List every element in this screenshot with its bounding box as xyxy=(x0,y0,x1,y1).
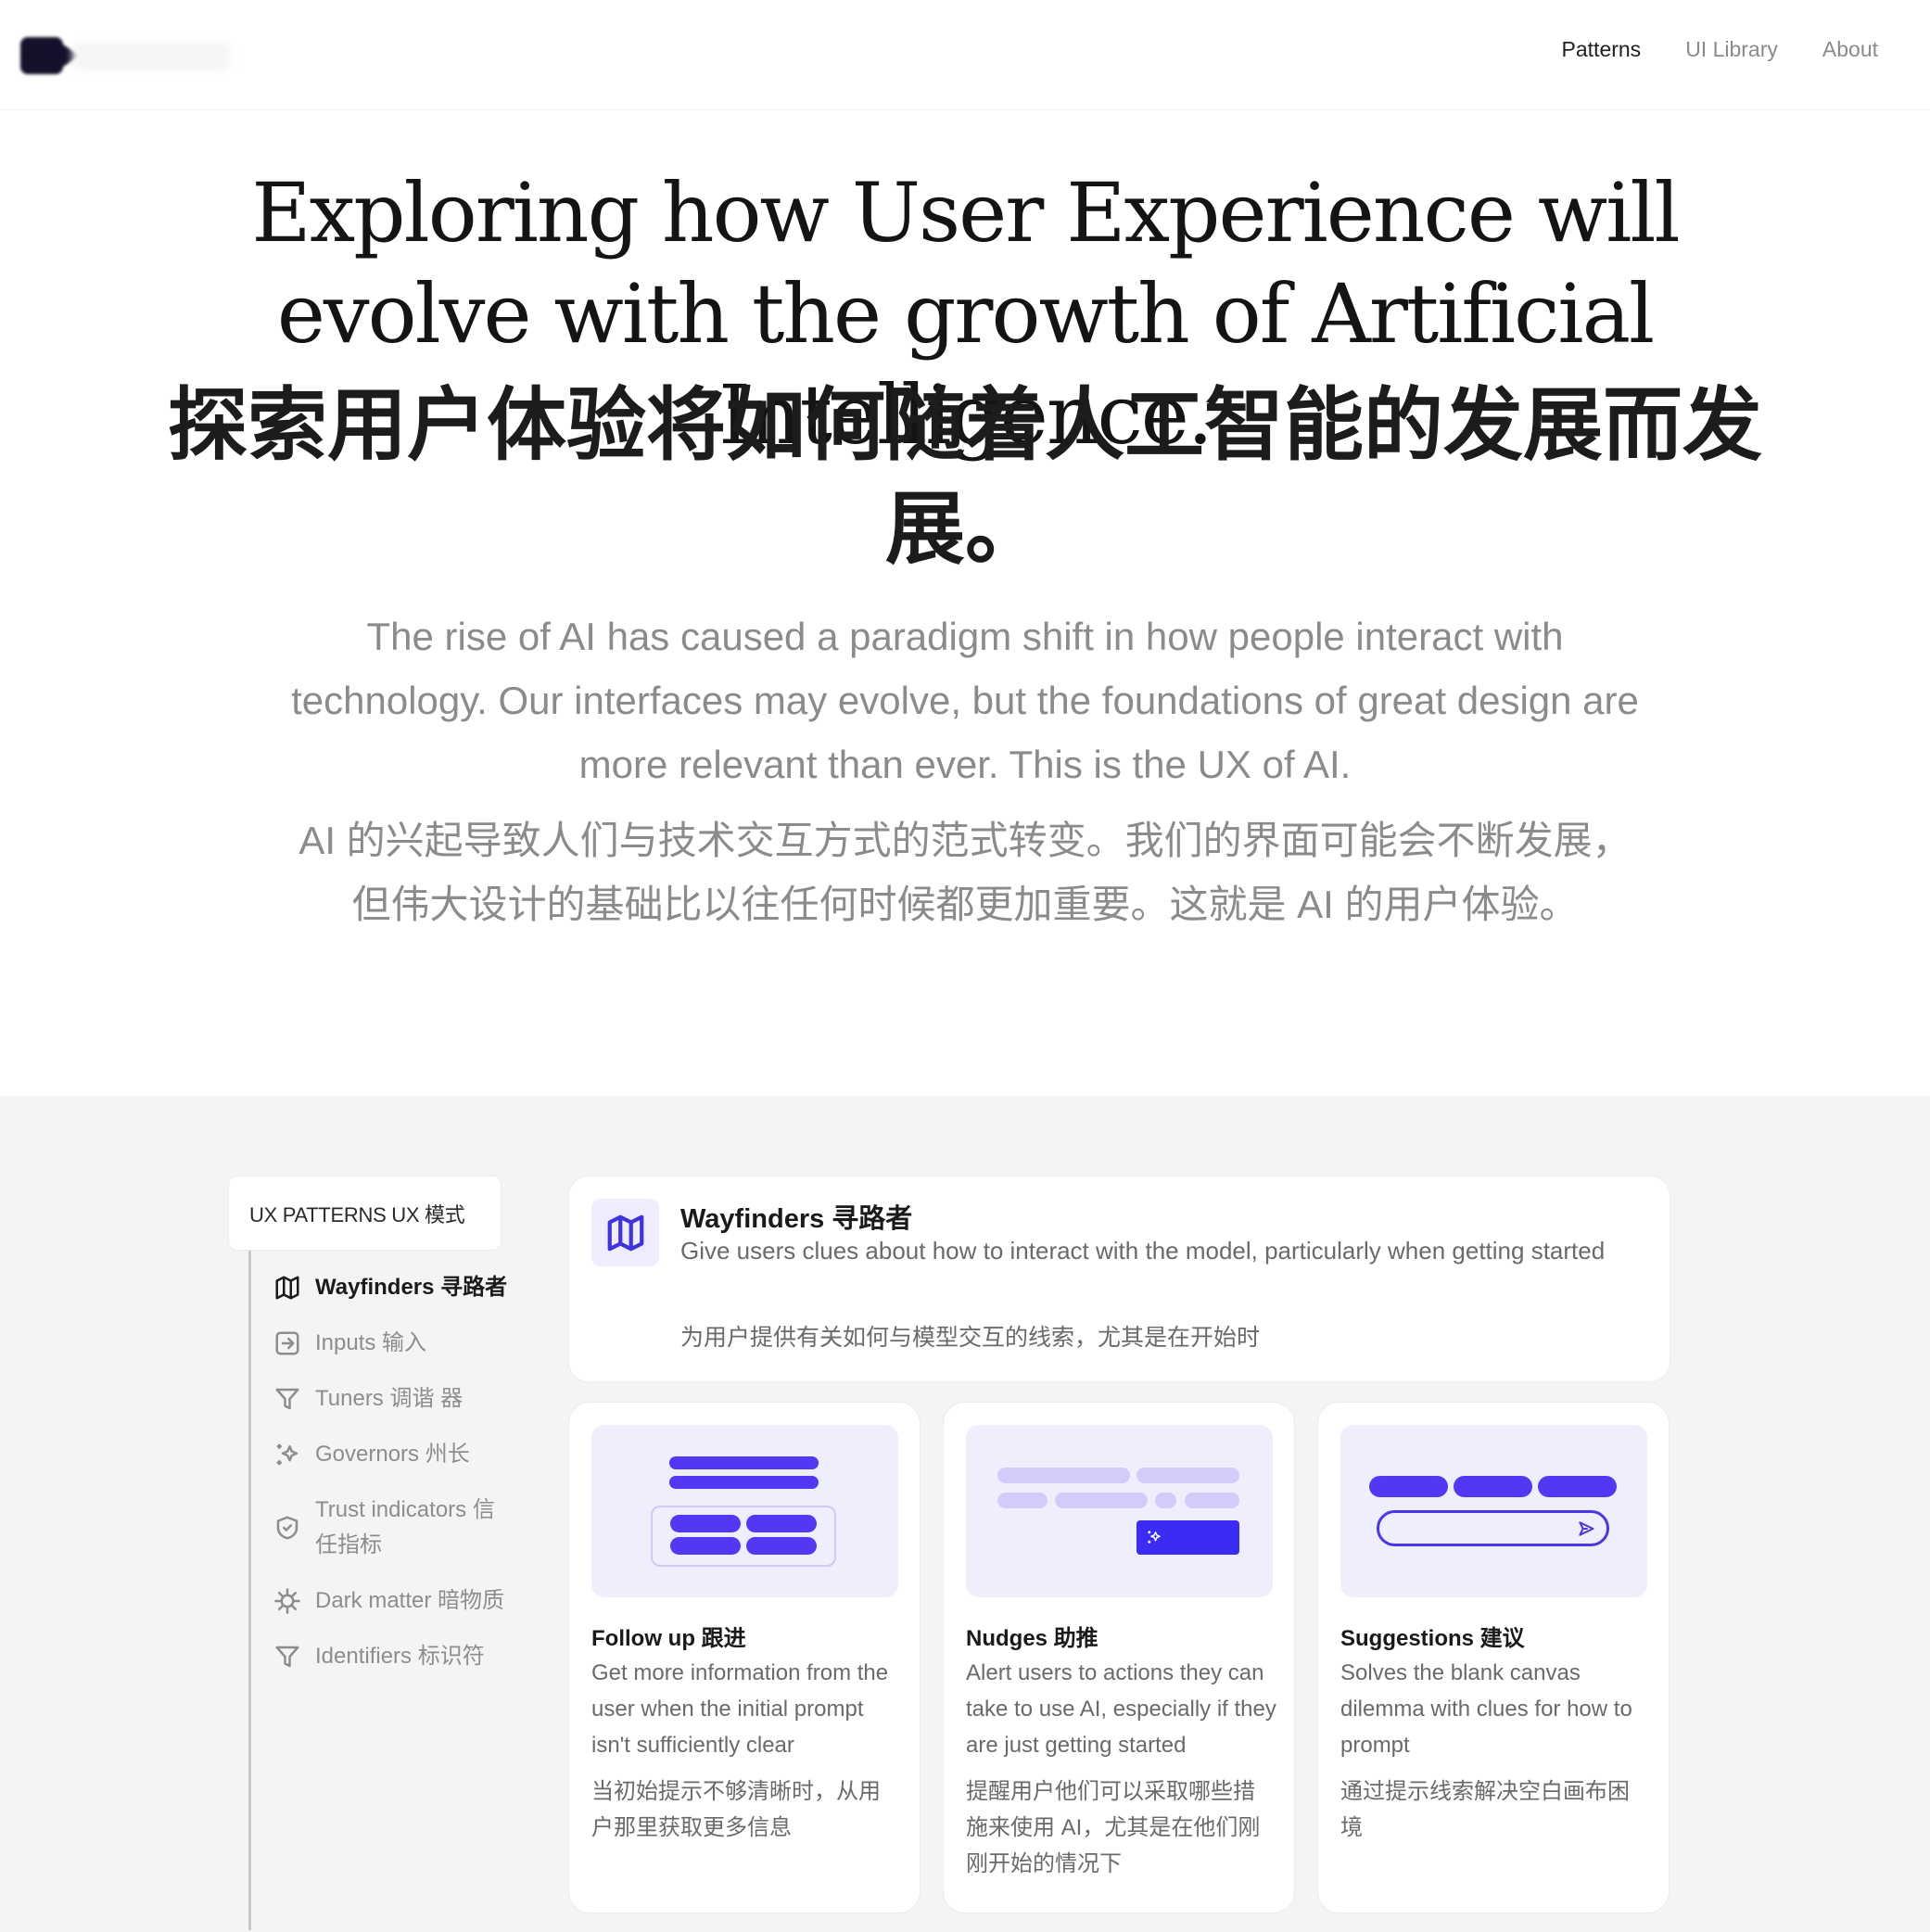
wayfinders-intro-card: Wayfinders 寻路者 Give users clues about ho… xyxy=(568,1176,1670,1382)
illustration-text-line xyxy=(1055,1493,1148,1508)
sidebar-item-label: Dark matter 暗物质 xyxy=(315,1588,505,1613)
hero-section: Exploring how User Experience will evolv… xyxy=(0,111,1930,1096)
filter-icon xyxy=(273,1384,302,1414)
input-arrow-icon xyxy=(273,1328,302,1358)
sidebar-heading: UX PATTERNS UX 模式 xyxy=(228,1176,502,1251)
site-header: Patterns UI Library About xyxy=(0,0,1930,110)
illustration-line xyxy=(669,1456,819,1469)
card-description: Alert users to actions they can take to … xyxy=(966,1660,1276,1758)
follow-up-illustration xyxy=(591,1425,898,1597)
top-nav: Patterns UI Library About xyxy=(1562,37,1878,62)
card-description: Get more information from the user when … xyxy=(591,1660,889,1758)
sidebar-item-trust-indicators[interactable]: Trust indicators 信任指标 xyxy=(273,1493,514,1563)
card-description-zh: 通过提示线索解决空白画布困境 xyxy=(1340,1779,1630,1840)
map-icon xyxy=(273,1273,302,1303)
illustration-option xyxy=(670,1515,741,1532)
illustration-text-line xyxy=(997,1468,1130,1483)
sidebar-item-wayfinders[interactable]: Wayfinders 寻路者 xyxy=(273,1270,514,1305)
sparkles-icon xyxy=(1148,1531,1161,1544)
logo-mark xyxy=(20,37,80,74)
illustration-text-line xyxy=(1185,1493,1239,1508)
illustration-suggestion-chip xyxy=(1538,1476,1617,1497)
hero-subtitle: The rise of AI has caused a paradigm shi… xyxy=(291,615,1639,786)
sidebar-item-label: Governors 州长 xyxy=(315,1442,470,1467)
illustration-prompt-input xyxy=(1377,1510,1609,1546)
sidebar-item-label: Identifiers 标识符 xyxy=(315,1644,485,1669)
sidebar-item-identifiers[interactable]: Identifiers 标识符 xyxy=(273,1639,514,1674)
illustration-suggestion-chip xyxy=(1369,1476,1448,1497)
nav-about[interactable]: About xyxy=(1822,37,1878,62)
send-icon xyxy=(1579,1521,1594,1536)
intro-description: Give users clues about how to interact w… xyxy=(680,1237,1606,1265)
sidebar-item-inputs[interactable]: Inputs 输入 xyxy=(273,1326,514,1361)
illustration-text-line xyxy=(997,1493,1048,1508)
illustration-text-line xyxy=(1155,1493,1176,1508)
pattern-card-nudges[interactable]: Nudges 助推 Alert users to actions they ca… xyxy=(943,1402,1295,1913)
sidebar-item-tuners[interactable]: Tuners 调谐 器 xyxy=(273,1381,514,1417)
illustration-line xyxy=(669,1476,819,1489)
sidebar-rail xyxy=(248,1251,251,1930)
virus-icon xyxy=(273,1586,302,1616)
illustration-option xyxy=(670,1537,741,1555)
logo[interactable] xyxy=(17,33,230,78)
pattern-card-follow-up[interactable]: Follow up 跟进 Get more information from t… xyxy=(568,1402,921,1913)
card-title: Follow up 跟进 xyxy=(591,1626,746,1651)
card-description-zh: 提醒用户他们可以采取哪些措施来使用 AI，尤其是在他们刚刚开始的情况下 xyxy=(966,1779,1261,1876)
nav-patterns[interactable]: Patterns xyxy=(1562,37,1642,62)
intro-title: Wayfinders 寻路者 xyxy=(680,1204,913,1234)
sidebar-item-label: Tuners 调谐 器 xyxy=(315,1386,463,1411)
sidebar-item-dark-matter[interactable]: Dark matter 暗物质 xyxy=(273,1583,514,1619)
illustration-option xyxy=(746,1515,817,1532)
sidebar-item-governors[interactable]: Governors 州长 xyxy=(273,1437,514,1472)
sidebar-item-label: Wayfinders 寻路者 xyxy=(315,1275,508,1300)
illustration-text-line xyxy=(1136,1468,1239,1483)
illustration-option xyxy=(746,1537,817,1555)
hero-title-zh: 探索用户体验将如何随着人工智能的发展而发展。 xyxy=(168,379,1762,576)
intro-description-zh: 为用户提供有关如何与模型交互的线索，尤其是在开始时 xyxy=(680,1325,1261,1351)
sidebar-item-label: Inputs 输入 xyxy=(315,1330,427,1355)
sidebar-nav: Wayfinders 寻路者 Inputs 输入 Tuners 调谐 器 Gov… xyxy=(273,1270,514,1695)
suggestions-illustration xyxy=(1340,1425,1647,1597)
sidebar-item-label: Trust indicators 信任指标 xyxy=(315,1497,495,1557)
patterns-section: UX PATTERNS UX 模式 Wayfinders 寻路者 Inputs … xyxy=(0,1096,1930,1932)
map-icon xyxy=(591,1199,659,1266)
nudges-illustration xyxy=(966,1425,1273,1597)
card-description-zh: 当初始提示不够清晰时，从用户那里获取更多信息 xyxy=(591,1779,881,1840)
card-title: Nudges 助推 xyxy=(966,1626,1098,1651)
sparkles-icon xyxy=(273,1440,302,1469)
pattern-card-suggestions[interactable]: Suggestions 建议 Solves the blank canvas d… xyxy=(1317,1402,1670,1913)
card-title: Suggestions 建议 xyxy=(1340,1626,1525,1651)
illustration-ai-button xyxy=(1136,1520,1239,1555)
shield-check-icon xyxy=(273,1513,302,1543)
logo-wordmark-blurred xyxy=(72,43,230,70)
filter-icon xyxy=(273,1642,302,1671)
illustration-suggestion-chip xyxy=(1454,1476,1532,1497)
nav-ui-library[interactable]: UI Library xyxy=(1685,37,1778,62)
hero-subtitle-zh: AI 的兴起导致人们与技术交互方式的范式转变。我们的界面可能会不断发展，但伟大设… xyxy=(298,819,1632,926)
card-description: Solves the blank canvas dilemma with clu… xyxy=(1340,1660,1632,1758)
